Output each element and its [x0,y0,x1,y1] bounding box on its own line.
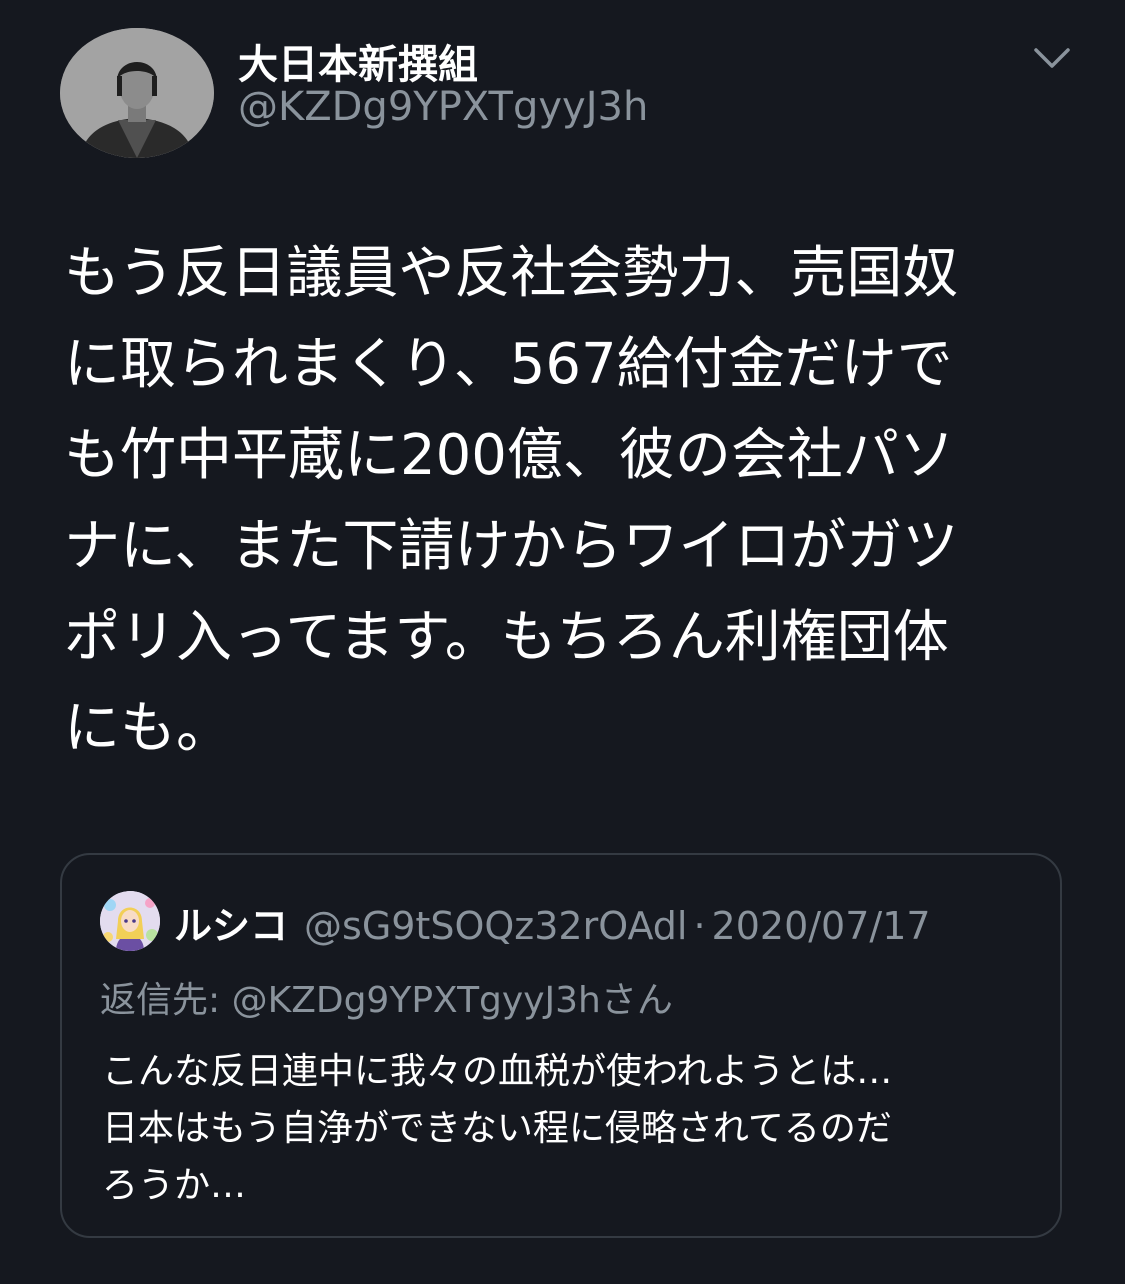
quoted-body-line: こんな反日連中に我々の血税が使われようとは… [102,1051,893,1092]
tweet-body-line: もう反日議員や反社会勢力、売国奴 [64,241,959,306]
tweet-body-line: も竹中平蔵に200億、彼の会社パソ [64,423,955,488]
quoted-tweet-header: ルシコ @sG9tSOQz32rOAdl · 2020/07/17 [174,895,931,950]
author-display-name[interactable]: 大日本新撰組 [238,32,478,90]
tweet-body: もう反日議員や反社会勢力、売国奴 に取られまくり、567給付金だけで も竹中平蔵… [64,228,1064,774]
anime-character-avatar-icon [100,891,160,951]
quoted-author-handle[interactable]: @sG9tSOQz32rOAdl [304,904,687,948]
author-handle[interactable]: @KZDg9YPXTgyyJ3h [238,84,648,130]
quoted-body-line: ろうか… [102,1165,247,1206]
reply-to-suffix: さん [600,980,673,1021]
quoted-tweet-card[interactable]: ルシコ @sG9tSOQz32rOAdl · 2020/07/17 返信先: @KZD… [60,853,1062,1238]
tweet-body-line: にも。 [64,696,232,761]
quoted-body-line: 日本はもう自浄ができない程に侵略されてるのだ [102,1108,892,1149]
tweet-body-line: ポリ入ってます。もちろん利権団体 [64,605,949,670]
chevron-down-icon [1034,48,1070,68]
tweet-body-line: に取られまくり、567給付金だけで [64,332,953,397]
quoted-author-avatar [100,891,160,951]
quoted-author-name[interactable]: ルシコ [174,904,288,948]
reply-to-handle[interactable]: @KZDg9YPXTgyyJ3h [232,980,601,1021]
tweet-menu-button[interactable] [1028,34,1076,82]
tweet-body-line: ナに、また下請けからワイロがガツ [64,514,959,579]
quoted-tweet-date: 2020/07/17 [711,904,931,948]
reply-to-line: 返信先: @KZDg9YPXTgyyJ3hさん [100,971,673,1023]
portrait-photo-avatar [60,28,214,158]
quoted-tweet-body: こんな反日連中に我々の血税が使われようとは… 日本はもう自浄ができない程に侵略さ… [102,1043,1052,1214]
header-separator: · [693,904,706,948]
author-avatar[interactable] [60,28,214,158]
reply-to-label: 返信先: [100,980,221,1021]
